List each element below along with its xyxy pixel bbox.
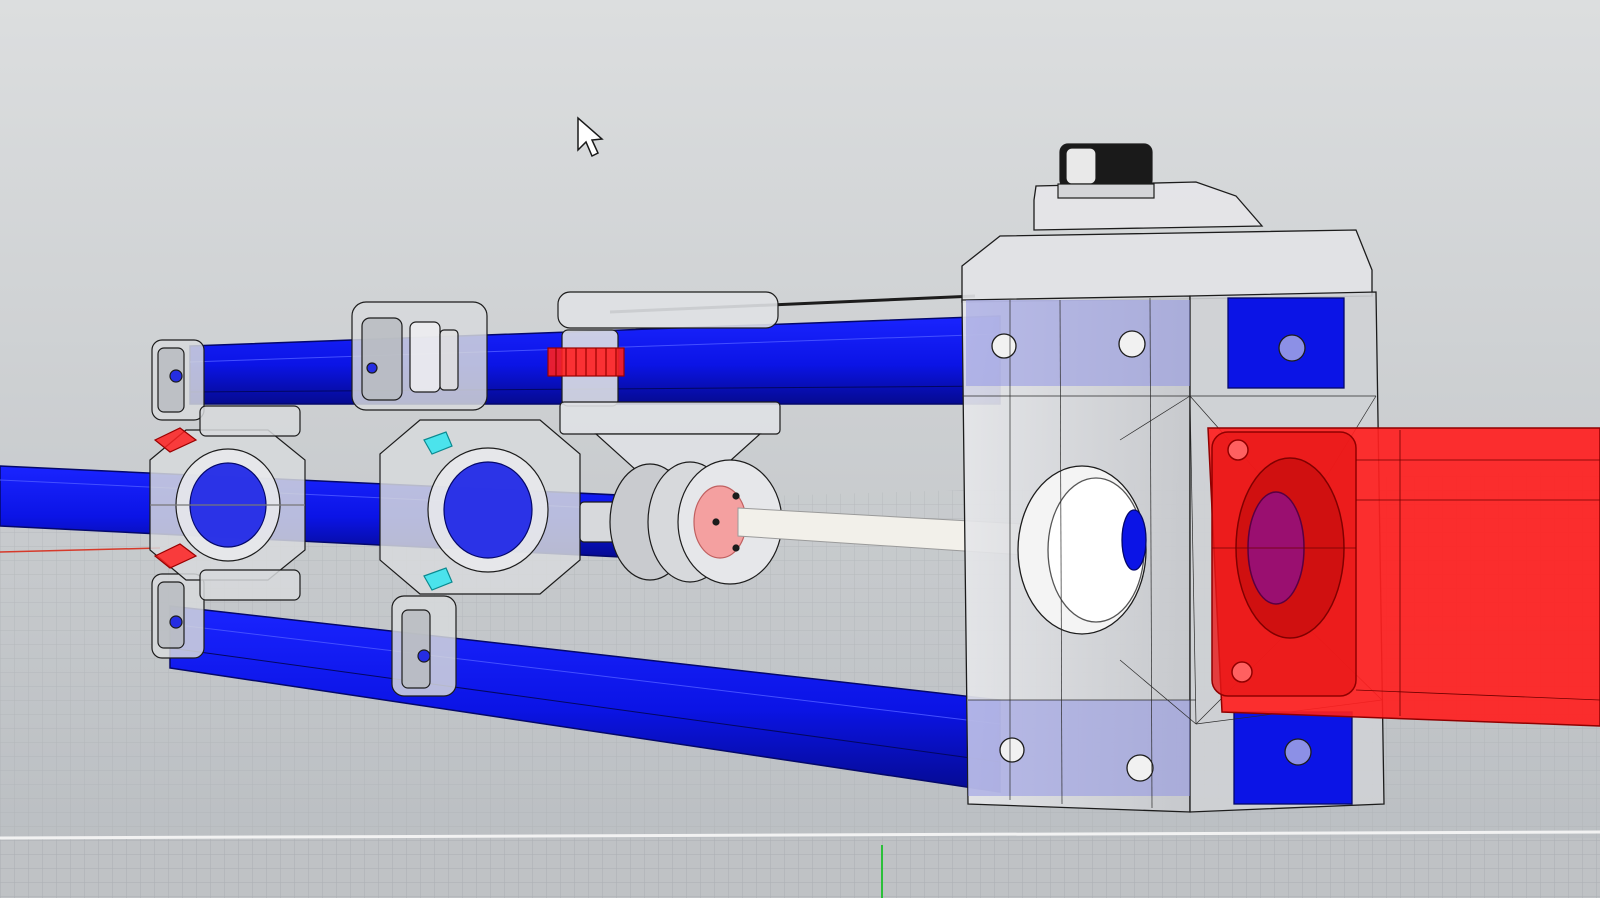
bolt-hole — [1126, 754, 1154, 782]
motor-screw — [1231, 661, 1253, 683]
bolt-hole — [1278, 334, 1306, 362]
cad-viewport[interactable] — [0, 0, 1600, 898]
motor-mount[interactable] — [1207, 427, 1600, 727]
bolt-hole — [991, 333, 1017, 359]
bore-inner-blue — [1121, 509, 1147, 571]
top-knob[interactable] — [1057, 143, 1155, 199]
red-gear — [547, 347, 625, 377]
motor-screw — [1227, 439, 1249, 461]
bolt-hole — [1118, 330, 1146, 358]
3d-scene[interactable] — [0, 0, 1600, 898]
bolt-hole — [1284, 738, 1312, 766]
bolt-hole — [999, 737, 1025, 763]
